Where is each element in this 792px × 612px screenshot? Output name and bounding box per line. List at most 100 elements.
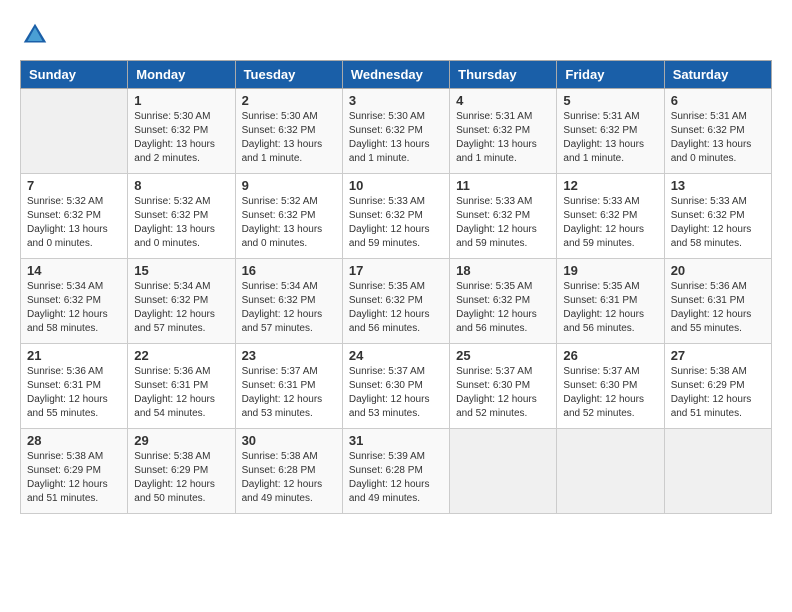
logo: [20, 20, 54, 50]
day-info: Sunrise: 5:33 AMSunset: 6:32 PMDaylight:…: [349, 195, 443, 251]
day-cell: 24 Sunrise: 5:37 AMSunset: 6:30 PMDayligh…: [342, 344, 449, 429]
day-info: Sunrise: 5:37 AMSunset: 6:30 PMDaylight:…: [563, 365, 657, 421]
day-info: Sunrise: 5:33 AMSunset: 6:32 PMDaylight:…: [456, 195, 550, 251]
day-number: 6: [671, 93, 765, 108]
day-cell: 27Sunrise: 5:38 AMSunset: 6:29 PMDayligh…: [664, 344, 771, 429]
col-header-thursday: Thursday: [450, 61, 557, 89]
day-info: Sunrise: 5:35 AMSunset: 6:31 PMDaylight:…: [563, 280, 657, 336]
day-number: 3: [349, 93, 443, 108]
day-info: Sunrise: 5:32 AMSunset: 6:32 PMDaylight:…: [134, 195, 228, 251]
day-info: Sunrise: 5:36 AMSunset: 6:31 PMDaylight:…: [27, 365, 121, 421]
day-number: 18: [456, 263, 550, 278]
day-cell: 5 Sunrise: 5:31 AMSunset: 6:32 PMDaylight…: [557, 89, 664, 174]
day-number: 12: [563, 178, 657, 193]
day-cell: 30Sunrise: 5:38 AMSunset: 6:28 PMDayligh…: [235, 429, 342, 514]
day-info: Sunrise: 5:30 AMSunset: 6:32 PMDaylight:…: [242, 110, 336, 166]
day-info: Sunrise: 5:34 AMSunset: 6:32 PMDaylight:…: [242, 280, 336, 336]
day-number: 20: [671, 263, 765, 278]
day-cell: 12 Sunrise: 5:33 AMSunset: 6:32 PMDayligh…: [557, 174, 664, 259]
day-number: 9: [242, 178, 336, 193]
week-row-2: 7 Sunrise: 5:32 AMSunset: 6:32 PMDaylight…: [21, 174, 772, 259]
day-cell: 31Sunrise: 5:39 AMSunset: 6:28 PMDayligh…: [342, 429, 449, 514]
day-info: Sunrise: 5:31 AMSunset: 6:32 PMDaylight:…: [563, 110, 657, 166]
day-number: 23: [242, 348, 336, 363]
calendar-table: SundayMondayTuesdayWednesdayThursdayFrid…: [20, 60, 772, 514]
day-number: 27: [671, 348, 765, 363]
day-number: 1: [134, 93, 228, 108]
header-row: SundayMondayTuesdayWednesdayThursdayFrid…: [21, 61, 772, 89]
day-info: Sunrise: 5:38 AMSunset: 6:28 PMDaylight:…: [242, 450, 336, 506]
day-cell: 14 Sunrise: 5:34 AMSunset: 6:32 PMDayligh…: [21, 259, 128, 344]
day-info: Sunrise: 5:32 AMSunset: 6:32 PMDaylight:…: [242, 195, 336, 251]
day-info: Sunrise: 5:35 AMSunset: 6:32 PMDaylight:…: [349, 280, 443, 336]
day-info: Sunrise: 5:31 AMSunset: 6:32 PMDaylight:…: [671, 110, 765, 166]
day-cell: 13Sunrise: 5:33 AMSunset: 6:32 PMDayligh…: [664, 174, 771, 259]
day-number: 8: [134, 178, 228, 193]
day-number: 14: [27, 263, 121, 278]
day-cell: 18 Sunrise: 5:35 AMSunset: 6:32 PMDayligh…: [450, 259, 557, 344]
day-cell: 23 Sunrise: 5:37 AMSunset: 6:31 PMDayligh…: [235, 344, 342, 429]
day-number: 5: [563, 93, 657, 108]
day-number: 2: [242, 93, 336, 108]
day-number: 21: [27, 348, 121, 363]
logo-icon: [20, 20, 50, 50]
day-number: 16: [242, 263, 336, 278]
page-header: [20, 20, 772, 50]
day-info: Sunrise: 5:36 AMSunset: 6:31 PMDaylight:…: [134, 365, 228, 421]
day-cell: [450, 429, 557, 514]
day-info: Sunrise: 5:34 AMSunset: 6:32 PMDaylight:…: [134, 280, 228, 336]
day-number: 7: [27, 178, 121, 193]
day-cell: [664, 429, 771, 514]
day-cell: 11 Sunrise: 5:33 AMSunset: 6:32 PMDayligh…: [450, 174, 557, 259]
day-info: Sunrise: 5:32 AMSunset: 6:32 PMDaylight:…: [27, 195, 121, 251]
col-header-saturday: Saturday: [664, 61, 771, 89]
day-info: Sunrise: 5:35 AMSunset: 6:32 PMDaylight:…: [456, 280, 550, 336]
day-cell: 10 Sunrise: 5:33 AMSunset: 6:32 PMDayligh…: [342, 174, 449, 259]
day-cell: [557, 429, 664, 514]
day-number: 22: [134, 348, 228, 363]
day-cell: 20Sunrise: 5:36 AMSunset: 6:31 PMDayligh…: [664, 259, 771, 344]
col-header-monday: Monday: [128, 61, 235, 89]
day-cell: 19 Sunrise: 5:35 AMSunset: 6:31 PMDayligh…: [557, 259, 664, 344]
day-cell: 29Sunrise: 5:38 AMSunset: 6:29 PMDayligh…: [128, 429, 235, 514]
day-cell: 26Sunrise: 5:37 AMSunset: 6:30 PMDayligh…: [557, 344, 664, 429]
day-number: 10: [349, 178, 443, 193]
day-cell: 16 Sunrise: 5:34 AMSunset: 6:32 PMDayligh…: [235, 259, 342, 344]
day-number: 11: [456, 178, 550, 193]
day-info: Sunrise: 5:33 AMSunset: 6:32 PMDaylight:…: [563, 195, 657, 251]
day-number: 4: [456, 93, 550, 108]
day-cell: 22 Sunrise: 5:36 AMSunset: 6:31 PMDayligh…: [128, 344, 235, 429]
day-cell: 1 Sunrise: 5:30 AMSunset: 6:32 PMDaylight…: [128, 89, 235, 174]
day-info: Sunrise: 5:37 AMSunset: 6:30 PMDaylight:…: [456, 365, 550, 421]
week-row-1: 1 Sunrise: 5:30 AMSunset: 6:32 PMDaylight…: [21, 89, 772, 174]
day-info: Sunrise: 5:39 AMSunset: 6:28 PMDaylight:…: [349, 450, 443, 506]
col-header-wednesday: Wednesday: [342, 61, 449, 89]
day-cell: 8 Sunrise: 5:32 AMSunset: 6:32 PMDaylight…: [128, 174, 235, 259]
day-info: Sunrise: 5:38 AMSunset: 6:29 PMDaylight:…: [27, 450, 121, 506]
day-cell: 15Sunrise: 5:34 AMSunset: 6:32 PMDayligh…: [128, 259, 235, 344]
day-number: 13: [671, 178, 765, 193]
day-cell: 17Sunrise: 5:35 AMSunset: 6:32 PMDayligh…: [342, 259, 449, 344]
day-cell: 25 Sunrise: 5:37 AMSunset: 6:30 PMDayligh…: [450, 344, 557, 429]
day-cell: 21 Sunrise: 5:36 AMSunset: 6:31 PMDayligh…: [21, 344, 128, 429]
day-cell: 7 Sunrise: 5:32 AMSunset: 6:32 PMDaylight…: [21, 174, 128, 259]
day-info: Sunrise: 5:37 AMSunset: 6:31 PMDaylight:…: [242, 365, 336, 421]
day-info: Sunrise: 5:38 AMSunset: 6:29 PMDaylight:…: [134, 450, 228, 506]
day-number: 24: [349, 348, 443, 363]
day-info: Sunrise: 5:30 AMSunset: 6:32 PMDaylight:…: [134, 110, 228, 166]
day-cell: 3Sunrise: 5:30 AMSunset: 6:32 PMDaylight…: [342, 89, 449, 174]
week-row-3: 14 Sunrise: 5:34 AMSunset: 6:32 PMDayligh…: [21, 259, 772, 344]
day-cell: 28Sunrise: 5:38 AMSunset: 6:29 PMDayligh…: [21, 429, 128, 514]
day-cell: [21, 89, 128, 174]
day-number: 19: [563, 263, 657, 278]
day-info: Sunrise: 5:31 AMSunset: 6:32 PMDaylight:…: [456, 110, 550, 166]
col-header-tuesday: Tuesday: [235, 61, 342, 89]
day-number: 25: [456, 348, 550, 363]
day-cell: 9 Sunrise: 5:32 AMSunset: 6:32 PMDaylight…: [235, 174, 342, 259]
day-cell: 6 Sunrise: 5:31 AMSunset: 6:32 PMDaylight…: [664, 89, 771, 174]
day-info: Sunrise: 5:34 AMSunset: 6:32 PMDaylight:…: [27, 280, 121, 336]
week-row-4: 21 Sunrise: 5:36 AMSunset: 6:31 PMDayligh…: [21, 344, 772, 429]
day-info: Sunrise: 5:37 AMSunset: 6:30 PMDaylight:…: [349, 365, 443, 421]
col-header-friday: Friday: [557, 61, 664, 89]
day-cell: 2 Sunrise: 5:30 AMSunset: 6:32 PMDaylight…: [235, 89, 342, 174]
